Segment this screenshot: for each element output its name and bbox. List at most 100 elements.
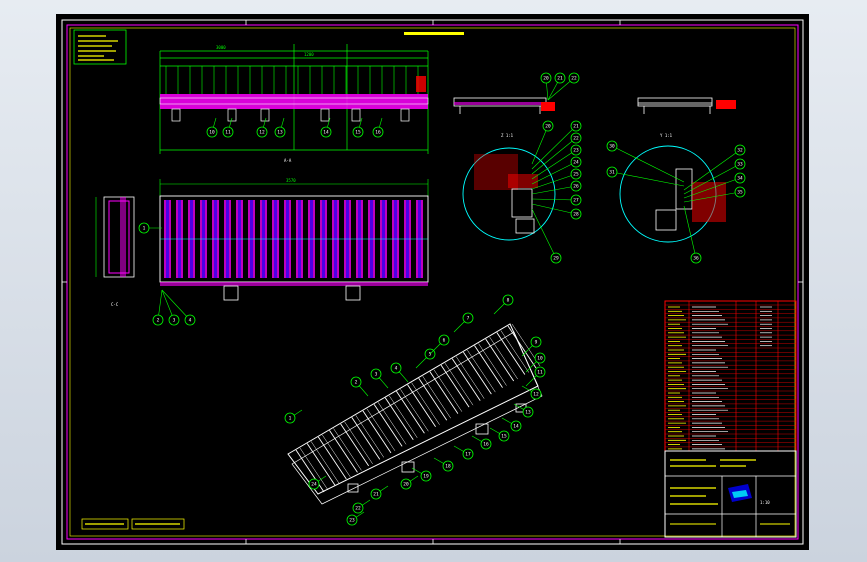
end-view-left: 20 21 22	[453, 72, 580, 114]
svg-text:20: 20	[403, 482, 409, 488]
balloon-side-16: 16	[372, 117, 384, 138]
svg-text:11: 11	[537, 370, 543, 376]
detail-z-view: 20 21 22 23 24 25 26 27 28 29 Z 1:1	[462, 120, 582, 264]
svg-text:22: 22	[571, 76, 577, 82]
balloon-iso-17: 17	[453, 445, 474, 460]
end-view-c: C-C	[95, 196, 135, 307]
svg-text:3: 3	[375, 372, 378, 378]
svg-text:24: 24	[573, 160, 579, 166]
balloon-iso-7: 7	[453, 312, 474, 333]
drawing-sheet: 10 11 12 13 14 15 16 A-A 3000 1200 20 21 22	[56, 14, 809, 550]
svg-text:17: 17	[465, 452, 471, 458]
svg-text:1: 1	[143, 226, 146, 232]
balloon-iso-16: 16	[471, 435, 492, 450]
detail-z-label: Z 1:1	[501, 133, 514, 138]
svg-text:21: 21	[373, 492, 379, 498]
cad-viewport: 10 11 12 13 14 15 16 A-A 3000 1200 20 21 22	[0, 0, 867, 562]
balloon-iso-15: 15	[489, 427, 510, 442]
svg-text:15: 15	[355, 130, 361, 136]
balloon-iso-4: 4	[390, 362, 409, 383]
svg-text:2: 2	[157, 318, 160, 324]
svg-text:24: 24	[311, 482, 317, 488]
balloon-iso-11: 11	[525, 366, 546, 387]
title-block-scale: 1:10	[760, 500, 770, 505]
svg-text:34: 34	[737, 176, 743, 182]
top-view: 3570 1 2 3 4	[138, 178, 429, 326]
svg-text:15: 15	[501, 434, 507, 440]
title-block: 1:10	[664, 450, 797, 538]
balloon-top-3: 3	[161, 289, 180, 326]
svg-text:22: 22	[355, 506, 361, 512]
svg-text:2: 2	[355, 380, 358, 386]
balloon-iso-20: 20	[400, 475, 419, 490]
isometric-view: 123456789101112131415161718192021222324	[284, 294, 546, 526]
dim-top-length: 3570	[286, 178, 296, 183]
balloon-detail-z-27: 27	[531, 194, 582, 206]
svg-text:14: 14	[513, 424, 519, 430]
end-view-c-label: C-C	[111, 302, 119, 307]
svg-text:6: 6	[443, 338, 446, 344]
svg-text:1: 1	[289, 416, 292, 422]
svg-text:35: 35	[737, 190, 743, 196]
svg-text:12: 12	[259, 130, 265, 136]
bottom-notes	[81, 518, 185, 530]
svg-text:3: 3	[173, 318, 176, 324]
detail-y-label: Y 1:1	[660, 133, 673, 138]
svg-text:14: 14	[323, 130, 329, 136]
svg-text:9: 9	[535, 340, 538, 346]
svg-text:19: 19	[423, 474, 429, 480]
balloon-end-20: 20	[540, 72, 552, 101]
balloon-iso-23: 23	[346, 511, 365, 526]
svg-text:10: 10	[537, 356, 543, 362]
svg-text:27: 27	[573, 198, 579, 204]
svg-text:21: 21	[573, 124, 579, 130]
balloon-detail-z-20: 20	[531, 120, 554, 165]
balloon-top-2: 2	[152, 289, 164, 326]
balloon-side-10: 10	[206, 117, 218, 138]
svg-text:7: 7	[467, 316, 470, 322]
svg-text:20: 20	[543, 76, 549, 82]
svg-text:8: 8	[507, 298, 510, 304]
balloon-iso-18: 18	[433, 457, 454, 472]
dim-overall-length: 3000	[216, 45, 226, 50]
balloon-iso-2: 2	[350, 376, 369, 397]
svg-text:28: 28	[573, 212, 579, 218]
balloon-iso-3: 3	[370, 368, 389, 389]
balloon-iso-24: 24	[308, 475, 327, 490]
balloon-iso-21: 21	[370, 485, 389, 500]
svg-text:23: 23	[573, 148, 579, 154]
parts-list-table	[664, 300, 797, 452]
balloon-iso-14: 14	[501, 417, 522, 432]
svg-text:23: 23	[349, 518, 355, 524]
svg-text:32: 32	[737, 148, 743, 154]
svg-text:4: 4	[189, 318, 192, 324]
side-view-label: A-A	[284, 158, 292, 163]
svg-text:31: 31	[609, 170, 615, 176]
end-view-right	[637, 97, 736, 114]
balloon-iso-6: 6	[429, 334, 450, 355]
side-view: 10 11 12 13 14 15 16 A-A 3000 1200	[159, 44, 429, 163]
detail-y-view: 30 31 32 33 34 35 36 Y 1:1	[606, 133, 746, 264]
balloon-detail-z-28: 28	[531, 203, 582, 220]
top-center-mark	[404, 32, 464, 35]
svg-text:10: 10	[209, 130, 215, 136]
balloon-detail-y-30: 30	[606, 140, 685, 183]
svg-text:26: 26	[573, 184, 579, 190]
balloon-iso-19: 19	[411, 467, 432, 482]
balloon-top-1: 1	[138, 222, 162, 234]
svg-text:21: 21	[557, 76, 563, 82]
balloon-detail-z-29: 29	[531, 208, 562, 264]
balloon-detail-z-26: 26	[531, 180, 582, 195]
balloon-iso-1: 1	[284, 409, 303, 424]
svg-text:22: 22	[573, 136, 579, 142]
svg-text:13: 13	[277, 130, 283, 136]
balloon-iso-8: 8	[493, 294, 514, 315]
drawing-canvas: 10 11 12 13 14 15 16 A-A 3000 1200 20 21 22	[61, 19, 804, 545]
balloon-iso-22: 22	[352, 499, 371, 514]
svg-text:33: 33	[737, 162, 743, 168]
general-notes-box	[73, 29, 127, 65]
svg-text:4: 4	[395, 366, 398, 372]
dim-segment: 1200	[304, 52, 314, 57]
svg-text:16: 16	[483, 442, 489, 448]
svg-text:11: 11	[225, 130, 231, 136]
